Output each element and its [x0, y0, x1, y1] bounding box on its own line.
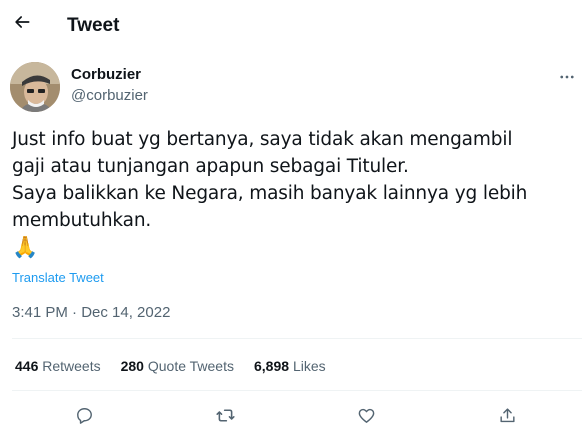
retweet-button[interactable]: [212, 402, 238, 428]
tweet-stats: 446 Retweets 280 Quote Tweets 6,898 Like…: [15, 357, 346, 375]
page-title: Tweet: [67, 15, 120, 36]
tweet-header: Tweet: [0, 0, 586, 52]
retweets-stat[interactable]: 446 Retweets: [15, 357, 101, 375]
like-icon: [358, 408, 374, 423]
likes-count: 6,898: [254, 358, 290, 374]
quote-tweets-count: 280: [120, 358, 144, 374]
share-button[interactable]: [494, 402, 520, 428]
tweet-timestamp[interactable]: 3:41 PM · Dec 14, 2022: [12, 303, 170, 323]
back-button[interactable]: [8, 8, 36, 36]
author-handle[interactable]: @corbuzier: [71, 86, 148, 106]
retweets-count: 446: [15, 358, 39, 374]
share-icon: [499, 407, 515, 422]
reply-icon: [76, 407, 92, 424]
likes-label: Likes: [292, 358, 326, 374]
likes-stat[interactable]: 6,898 Likes: [254, 357, 326, 375]
folded-hands-emoji: 🙏: [12, 236, 39, 259]
quote-tweets-stat[interactable]: 280 Quote Tweets: [121, 357, 234, 375]
translate-tweet-link[interactable]: Translate Tweet: [12, 270, 104, 286]
tweet-text: Just info buat yg bertanya, saya tidak a…: [12, 129, 528, 231]
avatar[interactable]: [10, 62, 60, 112]
retweet-icon: [215, 408, 235, 422]
arrow-left-icon: [15, 16, 30, 28]
author-name[interactable]: Corbuzier: [71, 66, 148, 84]
tweet-actions: [0, 400, 586, 430]
like-button[interactable]: [353, 402, 379, 428]
retweets-label: Retweets: [42, 358, 101, 374]
divider: [12, 338, 582, 339]
quote-tweets-label: Quote Tweets: [147, 358, 234, 374]
more-options-button[interactable]: [554, 64, 580, 90]
author-info[interactable]: Corbuzier @corbuzier: [71, 66, 148, 106]
reply-button[interactable]: [71, 402, 97, 428]
more-icon: [560, 75, 574, 79]
divider: [12, 390, 582, 391]
